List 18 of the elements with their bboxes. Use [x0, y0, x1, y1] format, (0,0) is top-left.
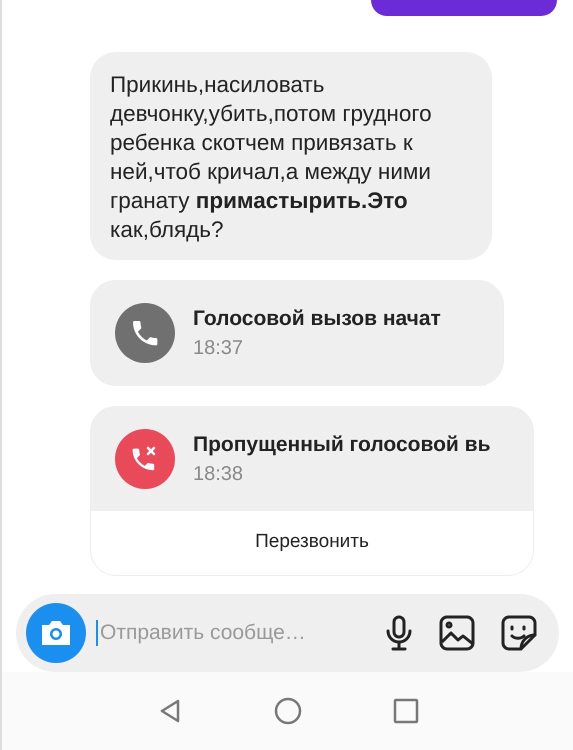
recents-button[interactable] — [392, 697, 420, 725]
call-time: 18:38 — [193, 462, 244, 486]
call-back-button[interactable]: Перезвонить — [91, 511, 533, 575]
sticker-icon — [501, 615, 537, 651]
call-title: Голосовой вызов начат — [193, 306, 441, 330]
home-icon — [274, 697, 302, 725]
camera-button[interactable] — [26, 603, 86, 663]
call-time: 18:37 — [193, 336, 244, 360]
recents-icon — [392, 697, 420, 725]
home-button[interactable] — [274, 697, 302, 725]
microphone-icon — [385, 615, 413, 651]
message-input[interactable]: Отправить сообще… — [96, 620, 367, 646]
image-icon — [439, 615, 475, 651]
message-text: Прикинь,насиловать девчонку,убить,потом грудного ребенка скотчем привязать к ней,чтоб кричал,а между ними гранату примастырить.Это как,блядь? — [90, 52, 492, 260]
missed-call-icon — [115, 429, 175, 489]
camera-icon — [39, 618, 73, 648]
phone-icon — [115, 303, 175, 363]
call-title: Пропущенный голосовой вь — [193, 432, 490, 456]
